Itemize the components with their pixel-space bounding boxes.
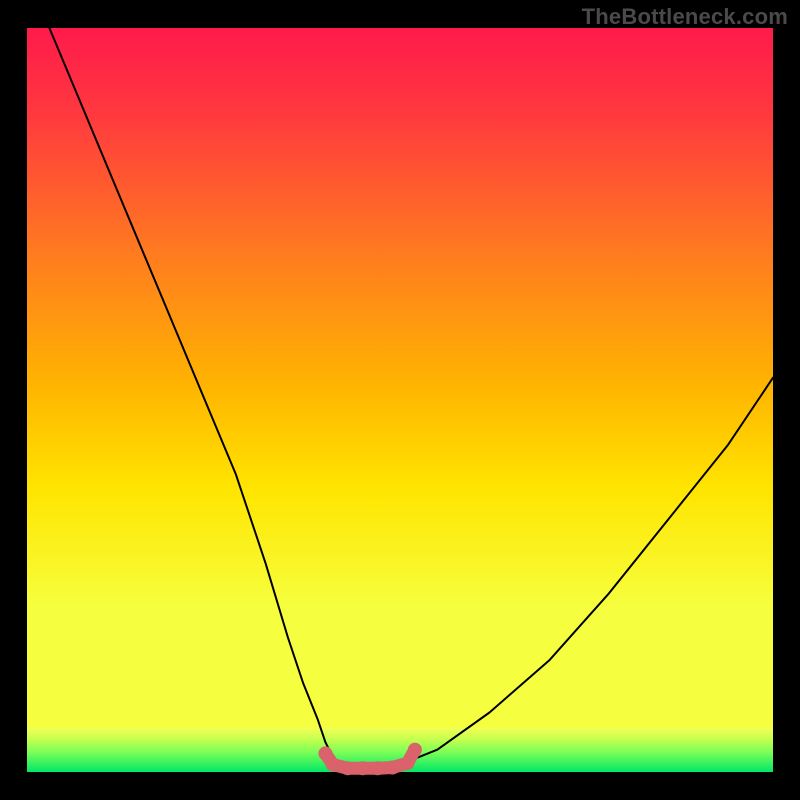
bottleneck-chart xyxy=(0,0,800,800)
chart-container: TheBottleneck.com xyxy=(0,0,800,800)
highlight-dot xyxy=(386,761,400,775)
highlight-dot xyxy=(326,758,340,772)
watermark-text: TheBottleneck.com xyxy=(582,4,788,30)
highlight-dot xyxy=(356,761,370,775)
highlight-dot xyxy=(341,761,355,775)
highlight-dot xyxy=(408,743,422,757)
highlight-dot xyxy=(401,756,415,770)
plot-background xyxy=(27,28,773,772)
highlight-dot xyxy=(371,761,385,775)
